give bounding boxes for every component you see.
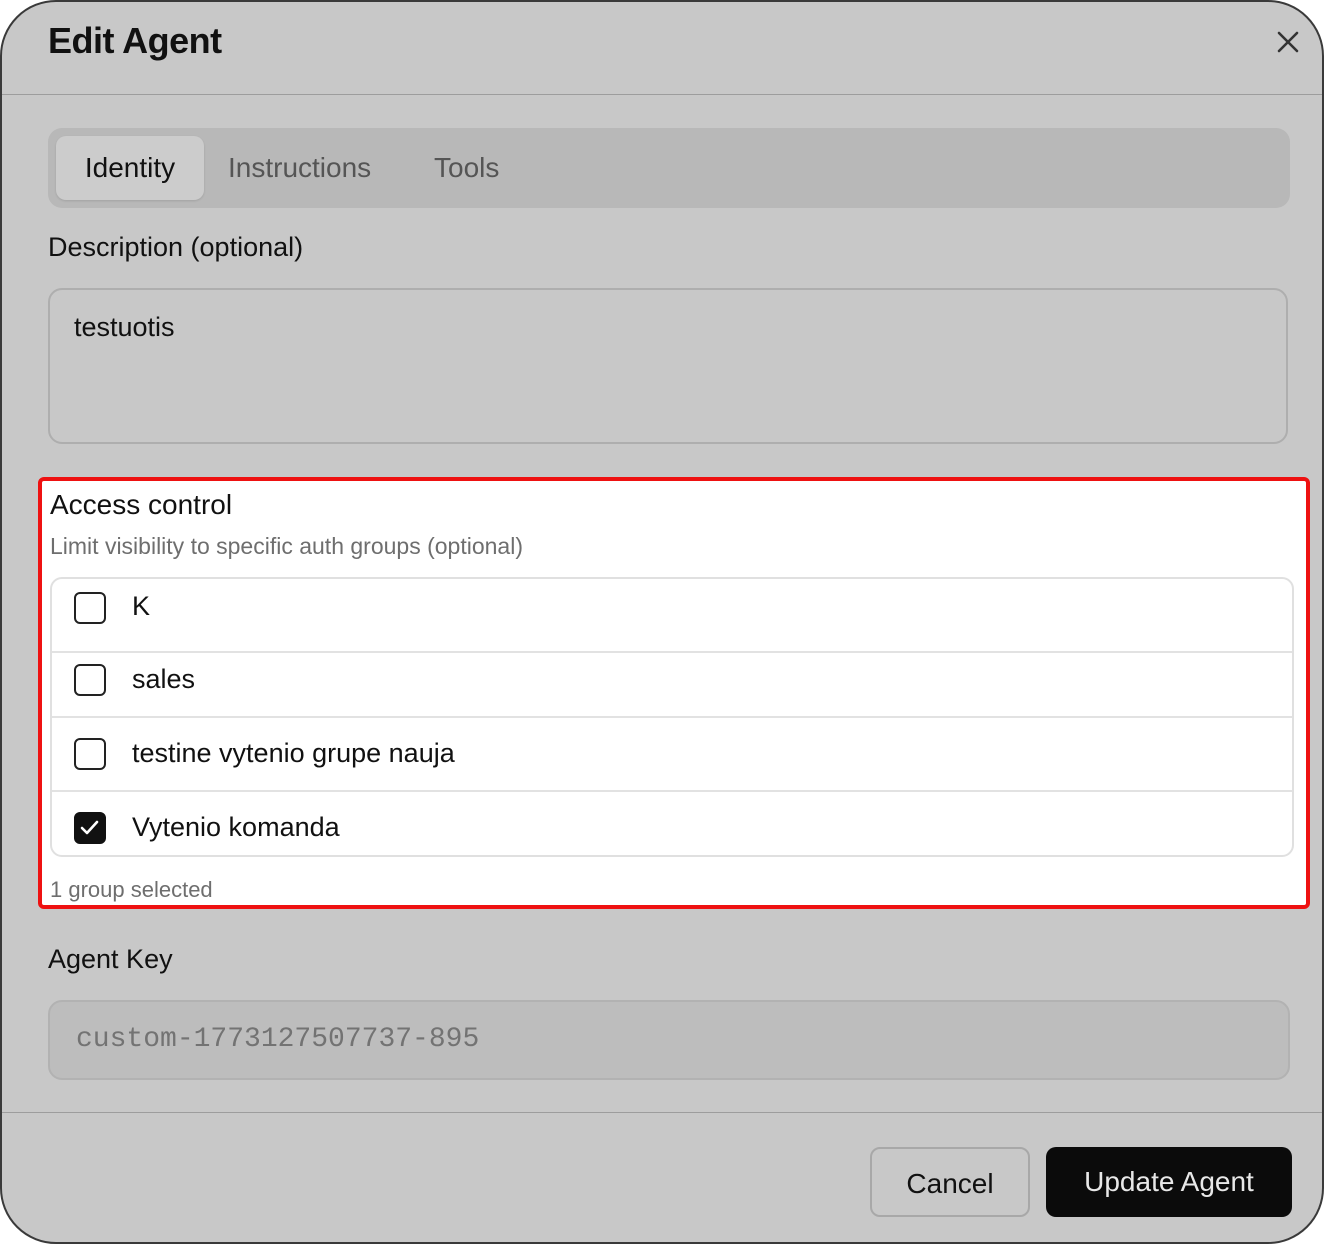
selected-count: 1 group selected <box>50 877 213 902</box>
tab-list: Identity Instructions Tools <box>48 128 1290 208</box>
description-label: Description (optional) <box>48 232 304 262</box>
close-button[interactable] <box>1272 26 1304 58</box>
group-row-vytenio-komanda[interactable]: Vytenio komanda <box>52 792 1292 855</box>
tab-instructions[interactable]: Instructions <box>228 136 371 200</box>
cancel-button[interactable]: Cancel <box>870 1147 1030 1217</box>
group-checkbox-testine-vytenio-grupe-nauja[interactable] <box>74 738 106 770</box>
group-row-sales[interactable]: sales <box>52 644 1292 718</box>
group-checkbox-sales[interactable] <box>74 664 106 696</box>
group-label-testine-vytenio-grupe-nauja: testine vytenio grupe nauja <box>132 738 455 768</box>
group-checkbox-k[interactable] <box>74 592 106 624</box>
agent-key-label: Agent Key <box>48 944 173 974</box>
group-label-sales: sales <box>132 664 196 694</box>
description-textarea[interactable]: testuotis <box>48 288 1288 444</box>
group-row-k[interactable]: K <box>52 579 1292 653</box>
check-icon <box>80 820 99 835</box>
group-label-k: K <box>132 591 151 621</box>
dialog-title: Edit Agent <box>48 20 222 61</box>
group-checkbox-vytenio-komanda[interactable] <box>74 812 106 844</box>
update-agent-button[interactable]: Update Agent <box>1046 1147 1292 1217</box>
access-control-title: Access control <box>50 489 233 520</box>
edit-agent-dialog: Edit Agent Identity Instructions Tools D… <box>0 0 1324 1244</box>
close-icon <box>1277 31 1299 53</box>
agent-key-field: custom-1773127507737-895 <box>48 1000 1290 1080</box>
dialog-footer: Cancel Update Agent <box>2 1112 1322 1242</box>
access-control-section: Access control Limit visibility to speci… <box>38 477 1310 909</box>
dialog-header: Edit Agent <box>2 2 1322 95</box>
group-row-testine-vytenio-grupe-nauja[interactable]: testine vytenio grupe nauja <box>52 718 1292 792</box>
access-control-subtitle: Limit visibility to specific auth groups… <box>50 533 523 559</box>
group-list: K sales testine vytenio grupe nauja Vyte… <box>50 577 1294 857</box>
tab-identity[interactable]: Identity <box>56 136 204 200</box>
tab-tools[interactable]: Tools <box>434 136 499 200</box>
group-label-vytenio-komanda: Vytenio komanda <box>132 812 340 842</box>
